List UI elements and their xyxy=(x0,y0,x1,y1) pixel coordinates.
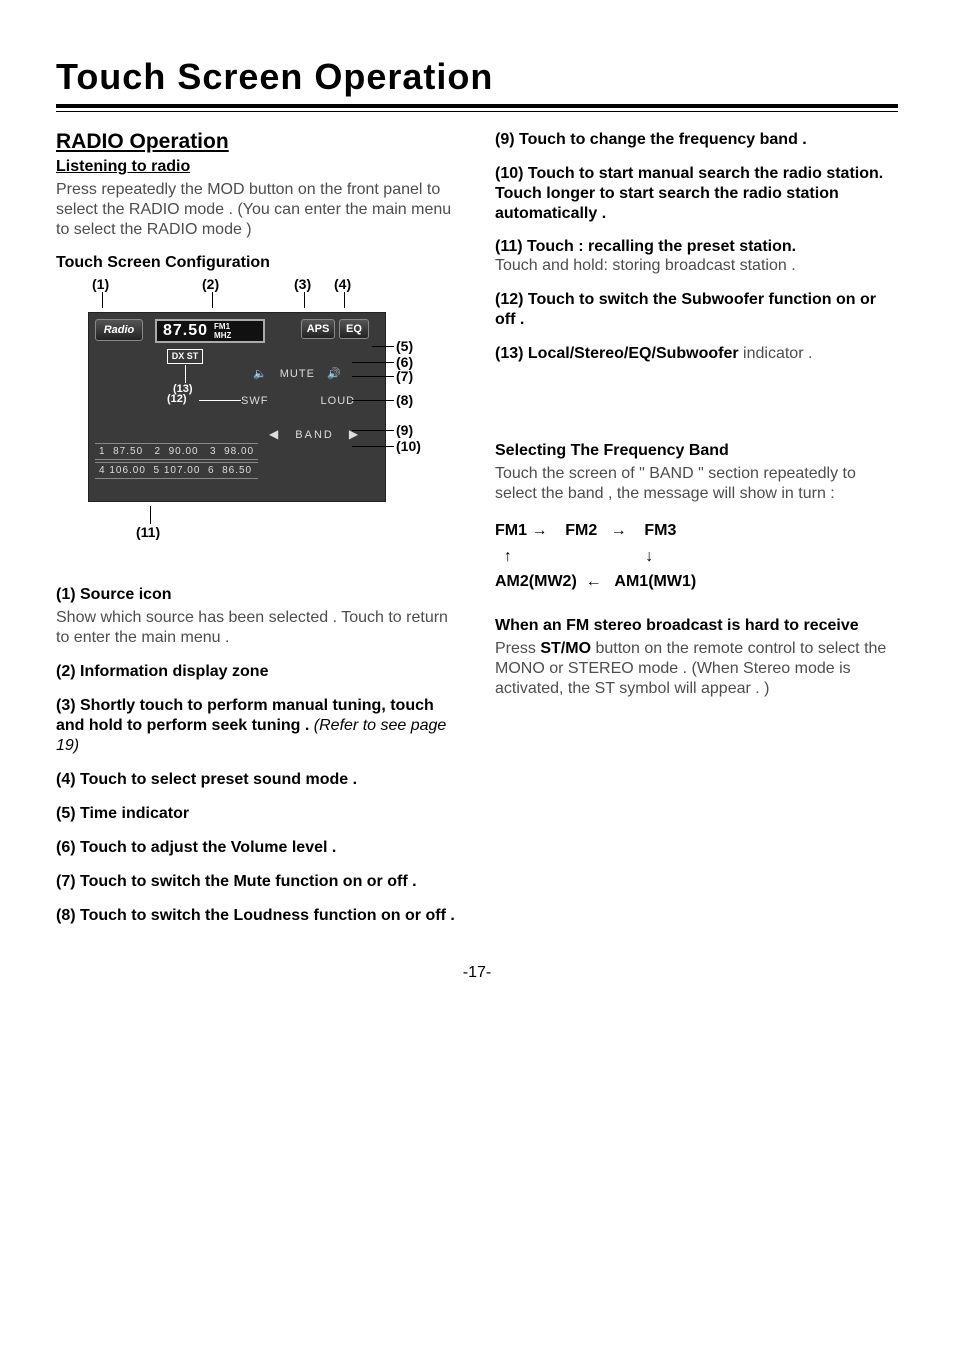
item-13: (13) Local/Stereo/EQ/Subwoofer indicator… xyxy=(495,344,898,364)
page-title: Touch Screen Operation xyxy=(56,56,898,98)
band-label: FM1 MHZ xyxy=(208,322,231,340)
prev-arrow-icon[interactable]: ◀ xyxy=(269,427,280,441)
item-4: (4) Touch to select preset sound mode . xyxy=(56,770,459,790)
source-icon-button[interactable]: Radio xyxy=(95,319,143,341)
cycle-row-2: ↑ ↓ xyxy=(495,544,898,570)
callout-11: (11) xyxy=(136,524,160,540)
subwoofer-button[interactable]: SWF xyxy=(241,395,268,407)
frequency-display[interactable]: 87.50 FM1 MHZ xyxy=(155,319,265,343)
callout-line-12 xyxy=(199,400,241,401)
callout-7: (7) xyxy=(396,368,413,384)
aps-button[interactable]: APS xyxy=(301,319,335,339)
page: Touch Screen Operation RADIO Operation L… xyxy=(0,0,954,1006)
tick-4 xyxy=(344,292,345,308)
callout-5: (5) xyxy=(396,338,413,354)
item-11-text: Touch and hold: storing broadcast statio… xyxy=(495,256,898,276)
callout-line-13 xyxy=(185,365,186,383)
left-column: RADIO Operation Listening to radio Press… xyxy=(56,130,459,940)
mhz-label: MHZ xyxy=(214,331,231,340)
volume-mute-row[interactable]: 🔈 MUTE 🔊 xyxy=(249,367,346,380)
band-control-row: ◀ BAND ▶ xyxy=(269,427,360,441)
line-10 xyxy=(352,446,394,447)
callout-1: (1) xyxy=(92,276,109,292)
loudness-button[interactable]: LOUD xyxy=(321,395,356,407)
stereo-stmo-bold: ST/MO xyxy=(540,640,591,657)
cycle-row-1: FM1 → FM2 → FM3 xyxy=(495,518,898,544)
item-10: (10) Touch to start manual search the ra… xyxy=(495,164,898,224)
cycle-fm3: FM3 xyxy=(644,522,676,539)
top-button-row: Radio 87.50 FM1 MHZ APS EQ xyxy=(89,319,385,345)
cycle-row-3: AM2(MW2) ← AM1(MW1) xyxy=(495,569,898,595)
item-11-bold: (11) Touch : recalling the preset statio… xyxy=(495,238,898,256)
preset-row-1[interactable]: 1 87.50 2 90.00 3 98.00 xyxy=(95,443,258,460)
band-button[interactable]: BAND xyxy=(295,429,334,441)
item-12: (12) Touch to switch the Subwoofer funct… xyxy=(495,290,898,330)
right-column: (9) Touch to change the frequency band .… xyxy=(495,130,898,940)
subheading-config: Touch Screen Configuration xyxy=(56,254,459,272)
item-1-text: Show which source has been selected . To… xyxy=(56,608,459,648)
paragraph-listening: Press repeatedly the MOD button on the f… xyxy=(56,180,459,240)
vertical-spacer xyxy=(495,378,898,442)
speaker-up-icon[interactable]: 🔊 xyxy=(327,368,342,380)
speaker-down-icon[interactable]: 🔈 xyxy=(253,368,268,380)
callout-4: (4) xyxy=(334,276,351,292)
callout-8: (8) xyxy=(396,392,413,408)
paragraph-selecting-band: Touch the screen of " BAND " section rep… xyxy=(495,464,898,504)
preset-list: 1 87.50 2 90.00 3 98.00 4 106.00 5 107.0… xyxy=(95,443,258,481)
line-8 xyxy=(352,400,394,401)
subheading-listening: Listening to radio xyxy=(56,158,459,176)
line-11 xyxy=(150,506,151,524)
two-column-layout: RADIO Operation Listening to radio Press… xyxy=(56,130,898,940)
line-9 xyxy=(352,430,394,431)
preset-row-2[interactable]: 4 106.00 5 107.00 6 86.50 xyxy=(95,462,258,479)
dx-st-indicator: DX ST xyxy=(167,349,203,364)
callout-3: (3) xyxy=(294,276,311,292)
diagram-top-labels: (1) (2) (3) (4) xyxy=(56,276,416,310)
tick-3 xyxy=(304,292,305,308)
cycle-fm1: FM1 xyxy=(495,522,527,539)
tick-2 xyxy=(212,292,213,308)
item-1-heading: (1) Source icon xyxy=(56,586,459,604)
title-divider xyxy=(56,104,898,112)
item-7: (7) Touch to switch the Mute function on… xyxy=(56,872,459,892)
item-3: (3) Shortly touch to perform manual tuni… xyxy=(56,696,459,756)
mute-button[interactable]: MUTE xyxy=(280,368,315,380)
cycle-am2: AM2(MW2) xyxy=(495,573,577,590)
cycle-fm2: FM2 xyxy=(565,522,597,539)
cycle-am1: AM1(MW1) xyxy=(614,573,696,590)
line-5 xyxy=(372,346,394,347)
callout-9: (9) xyxy=(396,422,413,438)
touchscreen-mock: Radio 87.50 FM1 MHZ APS EQ DX ST xyxy=(88,312,386,502)
touchscreen-diagram: (1) (2) (3) (4) Radio 87.50 xyxy=(56,276,416,566)
item-5: (5) Time indicator xyxy=(56,804,459,824)
item-13-text: indicator . xyxy=(739,345,813,362)
subheading-selecting-band: Selecting The Frequency Band xyxy=(495,442,898,460)
subheading-fm-stereo: When an FM stereo broadcast is hard to r… xyxy=(495,617,898,635)
callout-12: (12) xyxy=(167,393,187,405)
callout-2: (2) xyxy=(202,276,219,292)
line-7 xyxy=(352,376,394,377)
tick-1 xyxy=(102,292,103,308)
line-6 xyxy=(352,362,394,363)
item-11: (11) Touch : recalling the preset statio… xyxy=(495,238,898,276)
stereo-text-a: Press xyxy=(495,640,540,657)
section-heading-radio: RADIO Operation xyxy=(56,130,459,154)
callout-10: (10) xyxy=(396,438,421,454)
item-2: (2) Information display zone xyxy=(56,662,459,682)
band-cycle-diagram: FM1 → FM2 → FM3 ↑ ↓ AM2(MW2) ← AM1(MW1) xyxy=(495,518,898,595)
eq-button[interactable]: EQ xyxy=(339,319,369,339)
item-6: (6) Touch to adjust the Volume level . xyxy=(56,838,459,858)
paragraph-fm-stereo: Press ST/MO button on the remote control… xyxy=(495,639,898,699)
swf-loud-row: SWF LOUD xyxy=(241,395,355,407)
page-number: -17- xyxy=(56,964,898,982)
band-small: FM1 xyxy=(214,322,230,331)
item-13-bold: (13) Local/Stereo/EQ/Subwoofer xyxy=(495,345,739,362)
frequency-value: 87.50 xyxy=(157,322,208,340)
item-9: (9) Touch to change the frequency band . xyxy=(495,130,898,150)
item-8: (8) Touch to switch the Loudness functio… xyxy=(56,906,459,926)
